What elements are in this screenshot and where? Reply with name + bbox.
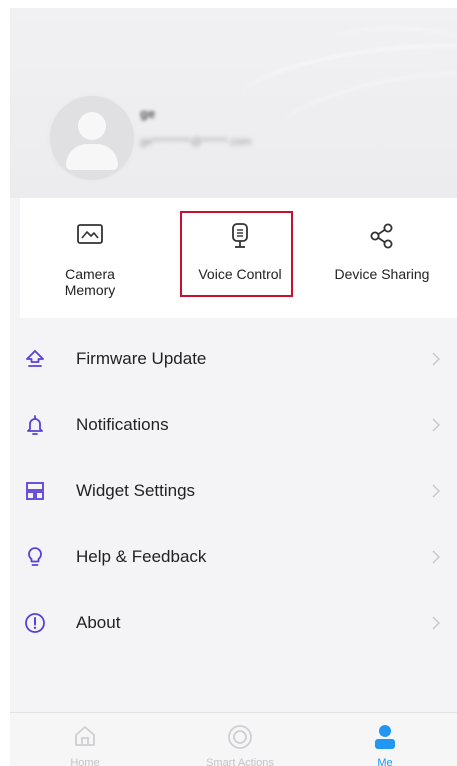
share-icon [368,222,396,255]
menu-label: Widget Settings [76,481,196,500]
menu-label: Notifications [76,415,169,434]
device-sharing-button[interactable]: Device Sharing [307,198,457,318]
tab-smart-actions[interactable]: Smart Actions [190,713,290,766]
avatar-head-shape [78,112,106,140]
menu-item-notifications[interactable]: Notifications [10,392,457,458]
menu-item-firmware-update[interactable]: Firmware Update [10,326,457,392]
voice-control-button[interactable]: Voice Control [170,198,310,318]
tab-me[interactable]: Me [355,713,415,766]
firmware-update-icon [24,348,46,370]
person-icon [373,723,397,756]
chevron-right-icon [432,352,441,371]
me-screen: ge ge*********@******.com Camera Memory [10,8,457,766]
menu-item-help-feedback[interactable]: Help & Feedback [10,524,457,590]
user-email: ge*********@******.com [140,136,252,148]
lightbulb-icon [24,546,46,568]
device-sharing-label: Device Sharing [334,266,430,282]
quick-actions-card: Camera Memory Voice Control Device Shari… [20,198,457,318]
camera-memory-icon [76,222,104,251]
profile-header: ge ge*********@******.com [10,8,457,198]
camera-memory-button[interactable]: Camera Memory [20,198,160,318]
avatar[interactable] [50,96,134,180]
menu-label: Firmware Update [76,349,207,368]
camera-memory-label: Camera Memory [64,266,116,298]
bell-icon [24,414,46,436]
chevron-right-icon [432,550,441,569]
voice-control-icon [229,222,251,255]
chevron-right-icon [432,616,441,635]
menu-label: Help & Feedback [76,547,207,566]
tab-label: Home [70,757,100,766]
menu-item-about[interactable]: About [10,590,457,656]
tab-label: Smart Actions [206,757,274,766]
avatar-body-shape [66,144,118,170]
tab-home[interactable]: Home [50,713,120,766]
home-icon [72,723,98,754]
chevron-right-icon [432,484,441,503]
menu-label: About [76,613,121,632]
menu-item-widget-settings[interactable]: Widget Settings [10,458,457,524]
info-icon [24,612,46,634]
widget-icon [24,480,46,502]
smart-actions-icon [226,723,254,756]
bottom-nav: Home Smart Actions Me [10,712,457,766]
voice-control-label: Voice Control [198,266,282,282]
tab-label: Me [377,757,393,766]
chevron-right-icon [432,418,441,437]
user-name: ge [140,106,156,121]
